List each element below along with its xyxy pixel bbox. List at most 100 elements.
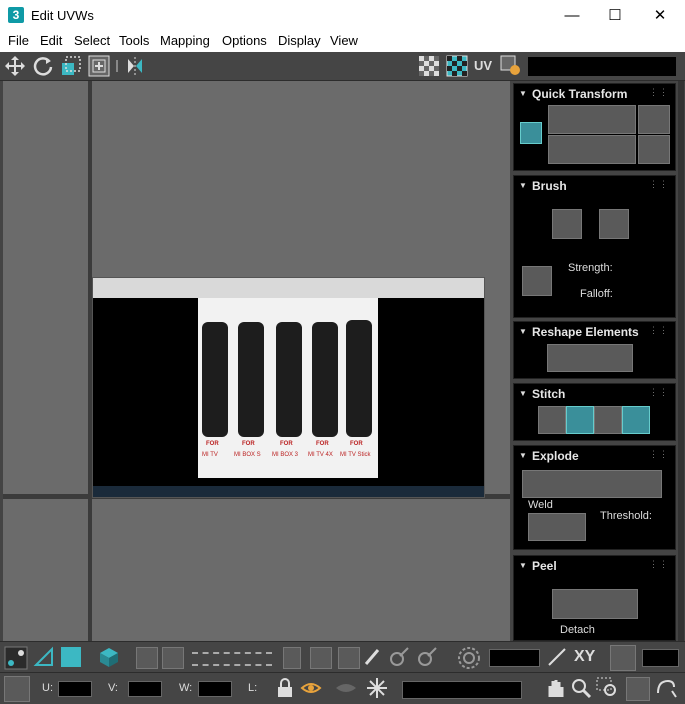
rollout-title[interactable]: Reshape Elements bbox=[532, 325, 639, 339]
threshold-label: Threshold: bbox=[600, 510, 652, 522]
texture-product-panel: FOR FOR FOR FOR FOR MI TV MI BOX S MI BO… bbox=[198, 298, 378, 478]
grid-value-field[interactable] bbox=[642, 649, 679, 667]
stitch-custom-icon[interactable] bbox=[538, 406, 566, 434]
weld-icons[interactable] bbox=[528, 513, 586, 541]
stitch-target-icon[interactable] bbox=[566, 406, 594, 434]
weld-label: Weld bbox=[528, 499, 553, 511]
collapse-arrow-icon[interactable]: ▼ bbox=[519, 451, 527, 460]
rotate-icon[interactable] bbox=[32, 55, 54, 77]
menu-mapping[interactable]: Mapping bbox=[160, 33, 210, 48]
paint-move-icon[interactable] bbox=[552, 209, 582, 239]
uv-toggle-label[interactable]: UV bbox=[474, 58, 492, 73]
texture-settings-icon[interactable] bbox=[500, 55, 522, 77]
close-button[interactable]: ✕ bbox=[637, 0, 683, 31]
align-horizontal-icons[interactable] bbox=[548, 105, 636, 134]
loop-ring-icons[interactable] bbox=[192, 652, 272, 666]
bottom-toolbar-2: U: V: W: L: bbox=[0, 672, 685, 704]
title-bar: 3 Edit UVWs — ☐ ✕ bbox=[0, 0, 685, 32]
panel-scrollbar[interactable] bbox=[678, 81, 684, 641]
collapse-arrow-icon[interactable]: ▼ bbox=[519, 181, 527, 190]
remote-2 bbox=[238, 322, 264, 437]
hide-icon[interactable] bbox=[300, 678, 322, 698]
space-horizontal-icon[interactable] bbox=[638, 105, 670, 134]
grip-icon: ⋮⋮ bbox=[649, 387, 669, 397]
checker-pattern-icon[interactable] bbox=[418, 55, 440, 77]
rollout-title[interactable]: Brush bbox=[532, 179, 567, 193]
center-pivot-icon[interactable] bbox=[520, 122, 542, 144]
soft-selection-field[interactable] bbox=[489, 649, 540, 667]
menu-bar: File Edit Select Tools Mapping Options D… bbox=[0, 31, 685, 52]
show-icon[interactable] bbox=[334, 678, 358, 698]
rollout-title[interactable]: Peel bbox=[532, 559, 557, 573]
menu-options[interactable]: Options bbox=[222, 33, 267, 48]
texture-browser-bar bbox=[93, 278, 484, 298]
xy-label[interactable]: XY bbox=[574, 648, 595, 666]
menu-file[interactable]: File bbox=[8, 33, 29, 48]
grow-select-icon[interactable] bbox=[136, 647, 158, 669]
move-icon[interactable] bbox=[4, 55, 26, 77]
freeform-icon[interactable] bbox=[88, 55, 110, 77]
rollout-title[interactable]: Explode bbox=[532, 449, 579, 463]
brush-settings-icon[interactable] bbox=[416, 646, 438, 668]
collapse-arrow-icon[interactable]: ▼ bbox=[519, 327, 527, 336]
zoom-region-icon[interactable] bbox=[596, 677, 620, 699]
window-title: Edit UVWs bbox=[31, 8, 94, 23]
tex-sublabel-1: MI TV bbox=[202, 452, 218, 458]
axis-toggle-icon[interactable] bbox=[610, 645, 636, 671]
w-label: W: bbox=[179, 682, 193, 694]
top-toolbar: UV bbox=[0, 52, 685, 81]
element-select-icon[interactable] bbox=[98, 646, 120, 668]
u-label: U: bbox=[42, 682, 53, 694]
minimize-button[interactable]: — bbox=[549, 0, 595, 31]
menu-edit[interactable]: Edit bbox=[40, 33, 62, 48]
edge-select-icon[interactable] bbox=[33, 646, 55, 668]
relax-brush-icon[interactable] bbox=[599, 209, 629, 239]
zoom-extents-icon[interactable] bbox=[626, 677, 650, 701]
menu-select[interactable]: Select bbox=[74, 33, 110, 48]
brush-falloff-icon[interactable] bbox=[388, 646, 410, 668]
texture-map-image: FOR FOR FOR FOR FOR MI TV MI BOX S MI BO… bbox=[92, 277, 485, 498]
remote-3 bbox=[276, 322, 302, 437]
shrink-select-icon[interactable] bbox=[162, 647, 184, 669]
scale-icon[interactable] bbox=[60, 55, 82, 77]
collapse-arrow-icon[interactable]: ▼ bbox=[519, 89, 527, 98]
snap-icon[interactable] bbox=[654, 677, 678, 699]
vertex-select-icon[interactable] bbox=[4, 646, 28, 670]
checker-teal-icon[interactable] bbox=[446, 55, 468, 77]
pan-icon[interactable] bbox=[544, 677, 566, 699]
u-field[interactable] bbox=[58, 681, 92, 697]
select-by-plus-icon[interactable] bbox=[310, 647, 332, 669]
select-by-minus-icon[interactable] bbox=[338, 647, 360, 669]
break-explode-icons[interactable] bbox=[522, 470, 662, 498]
stitch-source-icon[interactable] bbox=[622, 406, 650, 434]
lock-icon[interactable] bbox=[276, 678, 294, 698]
falloff-curve-icon[interactable] bbox=[522, 266, 552, 296]
menu-display[interactable]: Display bbox=[278, 33, 321, 48]
straighten-relax-icons[interactable] bbox=[547, 344, 633, 372]
rollout-title[interactable]: Quick Transform bbox=[532, 87, 627, 101]
stitch-average-icon[interactable] bbox=[594, 406, 622, 434]
edge-distance-icon[interactable] bbox=[546, 646, 568, 668]
rollout-title[interactable]: Stitch bbox=[532, 387, 565, 401]
paint-select-icon[interactable] bbox=[283, 647, 301, 669]
space-vertical-icon[interactable] bbox=[638, 135, 670, 164]
brush-icon[interactable] bbox=[362, 646, 384, 668]
mirror-icon[interactable] bbox=[124, 55, 146, 77]
selection-set-field[interactable] bbox=[402, 681, 522, 699]
v-field[interactable] bbox=[128, 681, 162, 697]
maximize-button[interactable]: ☐ bbox=[592, 0, 638, 31]
tex-label-1: FOR bbox=[206, 441, 219, 447]
menu-view[interactable]: View bbox=[330, 33, 358, 48]
face-select-icon[interactable] bbox=[61, 647, 81, 667]
collapse-arrow-icon[interactable]: ▼ bbox=[519, 389, 527, 398]
texture-dropdown[interactable] bbox=[528, 57, 676, 76]
freeze-icon[interactable] bbox=[366, 677, 388, 699]
align-vertical-icons[interactable] bbox=[548, 135, 636, 164]
transform-type-icon[interactable] bbox=[4, 676, 30, 702]
menu-tools[interactable]: Tools bbox=[119, 33, 149, 48]
soft-selection-icon[interactable] bbox=[457, 646, 481, 670]
w-field[interactable] bbox=[198, 681, 232, 697]
peel-tools-icons[interactable] bbox=[552, 589, 638, 619]
zoom-icon[interactable] bbox=[570, 677, 592, 699]
collapse-arrow-icon[interactable]: ▼ bbox=[519, 561, 527, 570]
